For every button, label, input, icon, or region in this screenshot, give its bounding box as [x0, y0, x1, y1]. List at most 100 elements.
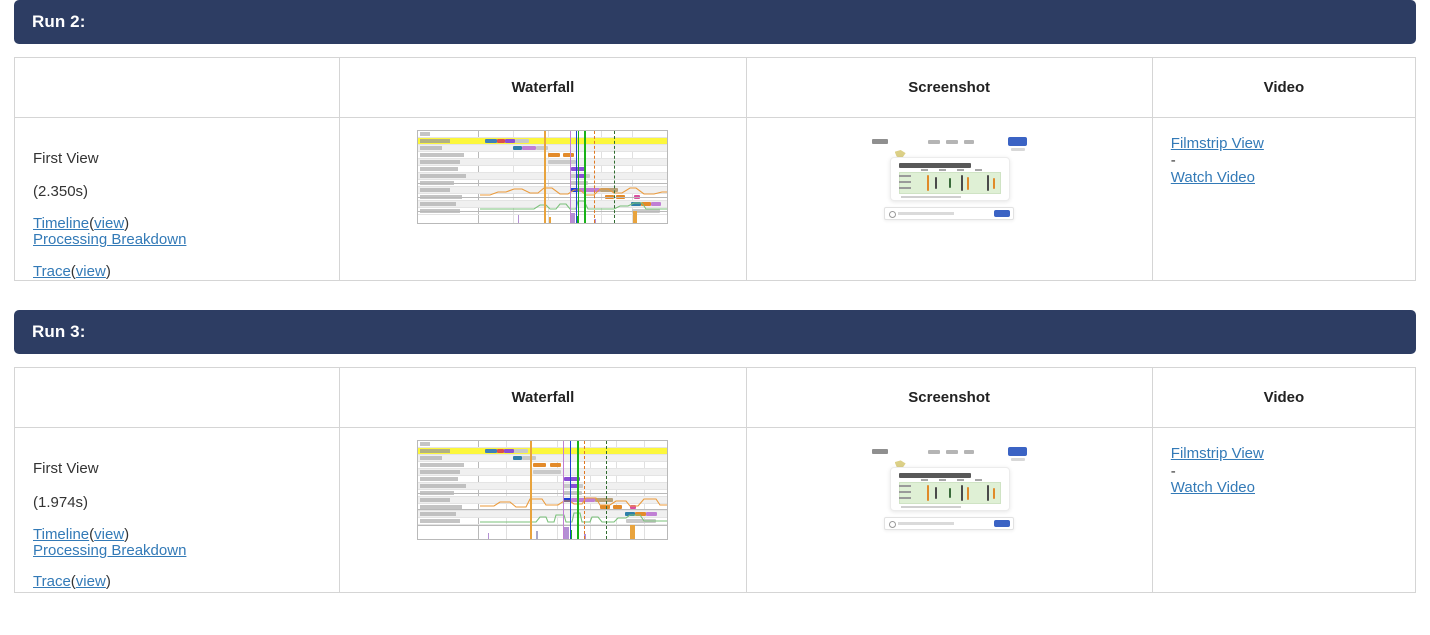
timeline-view-link[interactable]: view [94, 215, 124, 232]
screenshot-grid-mark [948, 488, 951, 499]
waterfall-marker-dom-interactive [584, 441, 586, 540]
screenshot-cta-subtext [1010, 458, 1025, 462]
column-header-waterfall: Waterfall [339, 367, 747, 429]
waterfall-marker-lcp [577, 441, 580, 540]
screenshot-card-title [898, 473, 971, 479]
screenshot-grid-col-header [956, 169, 964, 171]
screenshot-grid-col-header [920, 479, 928, 482]
view-type-label: First View [33, 460, 99, 478]
waterfall-bandwidth-bar [630, 525, 636, 540]
screenshot-grid-mark [960, 175, 963, 191]
filmstrip-view-link[interactable]: Filmstrip View [1171, 445, 1264, 462]
run-results-table-3: Waterfall Screenshot Video First View (1… [13, 367, 1417, 594]
trace-link[interactable]: Trace [33, 263, 71, 280]
timeline-links-group-2: Timeline(view) Processing Breakdown [33, 216, 339, 248]
screenshot-grid-col-header [920, 169, 928, 171]
watch-video-link[interactable]: Watch Video [1171, 169, 1255, 186]
waterfall-marker-onload [606, 441, 608, 540]
trace-links-group-3: Trace(view) [33, 572, 339, 591]
screenshot-nav-item [945, 140, 958, 144]
column-header-screenshot: Screenshot [745, 367, 1153, 429]
first-view-label-2: First View (2.350s) [33, 134, 339, 201]
screenshot-nav-item [963, 450, 974, 455]
video-cell-2: Filmstrip View - Watch Video [1151, 116, 1417, 282]
screenshot-grid-row-label [898, 187, 911, 189]
waterfall-bandwidth-bar [536, 531, 539, 540]
processing-breakdown-link[interactable]: Processing Breakdown [33, 542, 186, 559]
screenshot-cta-button [1007, 447, 1027, 457]
page-screenshot-thumbnail[interactable] [861, 130, 1037, 228]
run-section-2: Run 2: Waterfall Screenshot Video First … [13, 0, 1417, 282]
screenshot-grid-col-header [974, 479, 982, 482]
run-section-3: Run 3: Waterfall Screenshot Video First … [13, 310, 1417, 594]
screenshot-cta-subtext [1010, 148, 1025, 151]
close-paren: ) [105, 572, 111, 590]
page-screenshot-thumbnail[interactable] [861, 440, 1037, 539]
timeline-links-group-3: Timeline(view) Processing Breakdown [33, 526, 339, 559]
table-row: First View (1.974s) Timeline(view) Proce… [13, 427, 1417, 594]
column-header-info [13, 367, 341, 429]
waterfall-chart-thumbnail[interactable] [417, 130, 669, 224]
screenshot-nav-item [927, 140, 940, 144]
trace-view-link[interactable]: view [76, 573, 106, 590]
screenshot-grid-row-label [898, 175, 911, 177]
waterfall-bandwidth-bar [633, 211, 638, 223]
timeline-link[interactable]: Timeline [33, 215, 89, 232]
run-results-table-2: Waterfall Screenshot Video First View (2… [13, 57, 1417, 282]
waterfall-marker-start-render [544, 131, 547, 223]
screenshot-cta-button [1007, 137, 1027, 146]
view-type-label: First View [33, 149, 99, 167]
waterfall-marker-lcp [584, 131, 587, 223]
run-header-bar-2: Run 2: [14, 0, 1416, 44]
waterfall-marker-onload [614, 131, 616, 223]
screenshot-content-card [889, 467, 1010, 512]
screenshot-grid-mark [992, 178, 995, 189]
search-icon [888, 521, 896, 529]
timeline-link[interactable]: Timeline [33, 526, 89, 543]
waterfall-marker-first-paint [576, 131, 578, 223]
screenshot-search-placeholder [897, 212, 954, 215]
screenshot-grid-col-header [938, 479, 946, 482]
screenshot-grid-mark [926, 485, 929, 502]
screenshot-nav-item [963, 140, 974, 144]
screenshot-search-bar [883, 207, 1014, 220]
screenshot-content-card [889, 157, 1010, 201]
search-icon [888, 211, 896, 218]
video-links-separator: - [1170, 462, 1176, 480]
column-header-info [13, 57, 341, 118]
screenshot-cell-2 [745, 116, 1153, 282]
screenshot-grid-mark [948, 178, 951, 188]
screenshot-grid-mark [934, 177, 937, 189]
filmstrip-view-link[interactable]: Filmstrip View [1171, 135, 1264, 152]
screenshot-grid-mark [934, 487, 937, 500]
screenshot-search-bar [883, 517, 1014, 531]
waterfall-chart-thumbnail[interactable] [417, 440, 669, 541]
trace-view-link[interactable]: view [76, 263, 106, 280]
screenshot-card-title [898, 163, 971, 168]
screenshot-logo [871, 139, 888, 144]
screenshot-search-placeholder [897, 522, 954, 526]
screenshot-card-footer [900, 506, 961, 509]
column-header-video: Video [1151, 57, 1417, 118]
close-paren: ) [105, 262, 111, 280]
timeline-view-link[interactable]: view [94, 526, 124, 543]
screenshot-grid-col-header [956, 479, 964, 482]
watch-video-link[interactable]: Watch Video [1171, 479, 1255, 496]
screenshot-grid-row-label [898, 485, 911, 488]
waterfall-cell-2 [339, 116, 747, 282]
screenshot-grid-mark [986, 485, 989, 502]
screenshot-grid-col-header [974, 169, 982, 171]
screenshot-grid-col-header [938, 169, 946, 171]
screenshot-grid-mark [926, 175, 929, 191]
processing-breakdown-link[interactable]: Processing Breakdown [33, 231, 186, 248]
video-links-separator: - [1170, 152, 1176, 170]
screenshot-card-footer [900, 196, 961, 198]
table-header-row: Waterfall Screenshot Video [13, 367, 1417, 429]
video-cell-3: Filmstrip View - Watch Video [1151, 427, 1417, 594]
screenshot-grid-mark [992, 488, 995, 500]
waterfall-bandwidth-bar [518, 215, 520, 223]
trace-link[interactable]: Trace [33, 573, 71, 590]
trace-links-group-2: Trace(view) [33, 262, 339, 281]
screenshot-nav-item [945, 450, 958, 455]
